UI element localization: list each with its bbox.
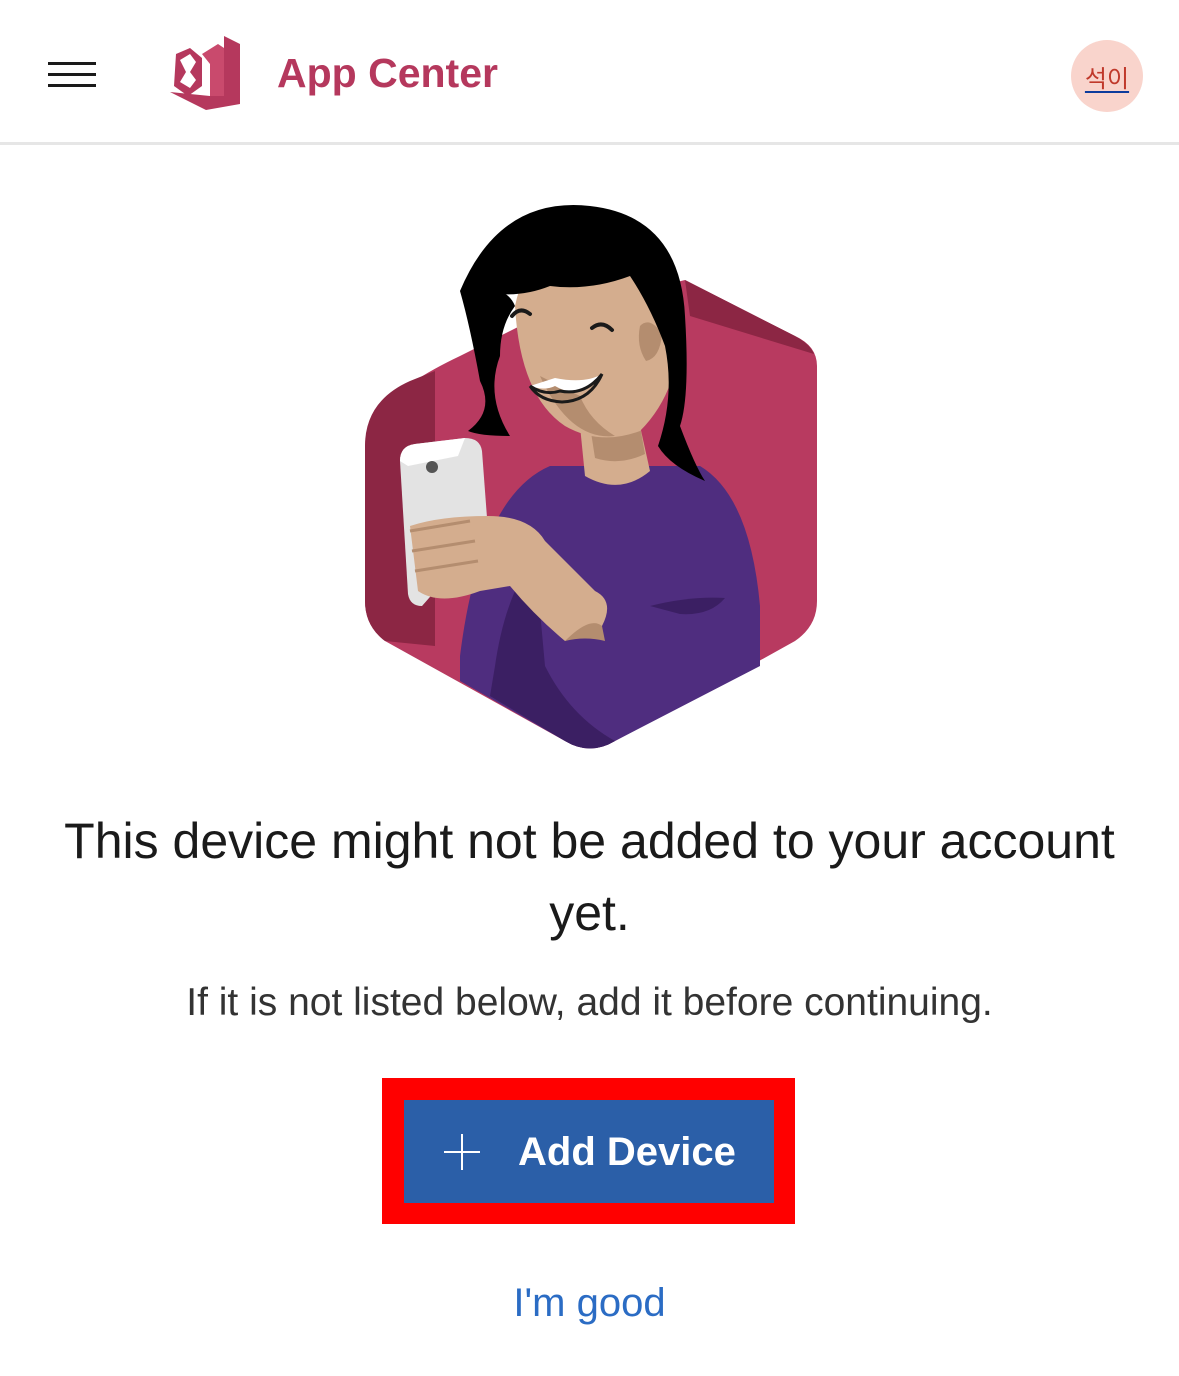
plus-icon bbox=[444, 1134, 480, 1170]
add-device-button[interactable]: Add Device bbox=[404, 1100, 774, 1203]
hamburger-menu-icon[interactable] bbox=[40, 48, 104, 100]
headline: This device might not be added to your a… bbox=[64, 813, 1115, 941]
app-title: App Center bbox=[277, 50, 498, 96]
user-avatar[interactable]: 석이 bbox=[1071, 40, 1143, 112]
add-device-label: Add Device bbox=[518, 1130, 736, 1174]
app-header: App Center 석이 bbox=[0, 0, 1179, 145]
app-center-logo-icon[interactable] bbox=[166, 34, 244, 110]
subline: If it is not listed below, add it before… bbox=[186, 981, 993, 1024]
im-good-link[interactable]: I'm good bbox=[0, 1277, 1179, 1329]
person-holding-phone-illustration bbox=[365, 205, 817, 749]
avatar-initials[interactable]: 석이 bbox=[1085, 59, 1129, 94]
